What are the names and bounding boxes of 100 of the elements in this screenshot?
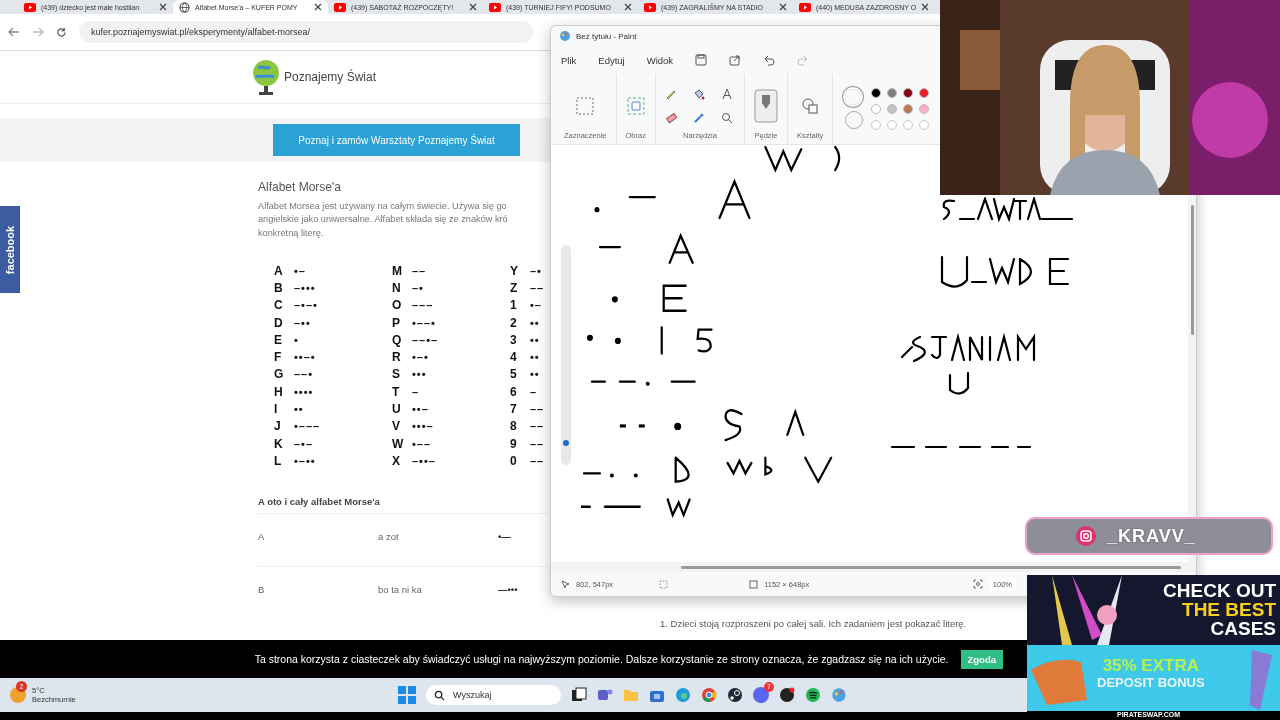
- morse-code: ––: [530, 437, 545, 450]
- address-field[interactable]: kufer.poznajemyswiat.pl/eksperymenty/alfabet-morsea/: [79, 21, 533, 43]
- chart-letter: 6: [510, 384, 518, 399]
- video-icon: [644, 2, 656, 12]
- close-icon[interactable]: [469, 3, 477, 11]
- globe-icon: [179, 1, 190, 13]
- scrollbar-thumb[interactable]: [681, 565, 1181, 569]
- article-heading: Alfabet Morse'a: [258, 180, 342, 194]
- scrollbar-thumb[interactable]: [1190, 205, 1194, 335]
- chart-letter: F: [274, 350, 283, 365]
- table-cell-text: B: [258, 584, 266, 596]
- cursor-icon: [561, 579, 570, 589]
- close-icon[interactable]: [921, 3, 930, 11]
- menu-item[interactable]: Edytuj: [598, 54, 625, 66]
- site-logo-text[interactable]: Poznajemy Świat: [284, 70, 377, 84]
- morse-code: •: [294, 333, 299, 346]
- canvas-size-icon: [749, 579, 759, 589]
- color-picker-icon[interactable]: [692, 111, 705, 124]
- spotify-icon[interactable]: [805, 687, 821, 703]
- magnifier-icon[interactable]: [720, 111, 733, 124]
- table-cell-text: a zot: [378, 531, 400, 543]
- steam-icon[interactable]: [727, 687, 743, 703]
- morse-code: ––: [530, 403, 545, 416]
- menu-item[interactable]: Plik: [561, 54, 577, 66]
- morse-code: •––•: [412, 316, 436, 329]
- color-swatch[interactable]: [887, 104, 898, 114]
- primary-color-swatch[interactable]: [845, 89, 862, 105]
- share-icon[interactable]: [729, 54, 742, 66]
- chart-letter: 0: [510, 453, 518, 468]
- menu-item[interactable]: Widok: [646, 54, 674, 66]
- morse-code: –•••: [294, 281, 316, 294]
- chart-letter: W: [392, 436, 402, 451]
- chart-letter: S: [392, 367, 401, 382]
- chart-letter: R: [392, 350, 402, 365]
- back-icon[interactable]: [8, 27, 20, 37]
- table-cell-text: A: [258, 531, 266, 543]
- chart-letter: D: [274, 315, 284, 330]
- color-swatch[interactable]: [871, 104, 882, 114]
- color-swatch[interactable]: [903, 104, 914, 114]
- empty-swatch[interactable]: [903, 120, 914, 130]
- empty-swatch[interactable]: [871, 120, 882, 130]
- chart-letter: P: [392, 315, 401, 330]
- teams-icon[interactable]: [597, 687, 613, 703]
- search-field[interactable]: Wyszukaj: [426, 685, 561, 705]
- size-slider[interactable]: [561, 245, 571, 465]
- close-icon[interactable]: [159, 3, 167, 11]
- morse-code: •••: [412, 368, 427, 381]
- instagram-icon: [1075, 525, 1097, 547]
- empty-swatch[interactable]: [887, 120, 898, 130]
- edge-icon[interactable]: [675, 687, 691, 703]
- selection-icon[interactable]: [575, 95, 596, 116]
- morse-code: •––: [412, 437, 432, 450]
- slider-thumb[interactable]: [563, 440, 569, 446]
- color-swatch[interactable]: [903, 88, 914, 98]
- morse-code: •–••: [294, 454, 316, 467]
- ad-headline: CASES: [1210, 619, 1276, 638]
- reload-icon[interactable]: [56, 26, 67, 38]
- morse-code: ••–: [412, 403, 429, 416]
- task-view-icon[interactable]: [571, 687, 587, 703]
- chart-letter: H: [274, 384, 284, 399]
- morse-code: –••–: [412, 454, 436, 467]
- video-icon: [334, 2, 346, 12]
- color-swatch[interactable]: [887, 88, 898, 98]
- ad-offer: DEPOSIT BONUS: [1097, 675, 1205, 690]
- morse-code: –•: [530, 264, 542, 277]
- shapes-icon[interactable]: [801, 96, 820, 115]
- chart-letter: 2: [510, 315, 518, 330]
- brush-icon[interactable]: [753, 88, 778, 123]
- table-cell-text: bo ta ni ka: [378, 584, 423, 596]
- close-icon[interactable]: [314, 3, 322, 11]
- paint-app-icon[interactable]: [831, 687, 847, 703]
- chrome-icon[interactable]: [701, 687, 717, 703]
- media-player-icon[interactable]: [779, 687, 795, 703]
- chat-app-icon[interactable]: [753, 687, 769, 703]
- chart-letter: C: [274, 298, 284, 313]
- chart-letter: T: [392, 384, 401, 399]
- morse-code: ••: [530, 368, 540, 381]
- table-cell: •—: [498, 531, 511, 543]
- facebook-side-tab[interactable]: facebook: [0, 206, 20, 293]
- color-swatch[interactable]: [871, 88, 882, 98]
- morse-code: –: [412, 385, 420, 398]
- list-item: 1. Dzieci stoją rozproszeni po całej sali. Ich zadaniem jest pokazać literę.: [660, 618, 967, 629]
- empty-swatch[interactable]: [919, 120, 930, 130]
- morse-code: ––: [530, 420, 545, 433]
- start-icon[interactable]: [398, 686, 416, 704]
- morse-code: ••–•: [294, 351, 316, 364]
- fit-icon[interactable]: [972, 579, 983, 589]
- undo-icon[interactable]: [763, 54, 776, 66]
- color-swatch[interactable]: [919, 104, 930, 114]
- search-icon: [434, 689, 445, 701]
- morse-code: •••–: [412, 420, 434, 433]
- chart-letter: Z: [510, 280, 519, 295]
- color-swatch[interactable]: [919, 88, 930, 98]
- morse-code: –••: [294, 316, 311, 329]
- close-icon[interactable]: [779, 3, 787, 11]
- morse-code: –––: [412, 299, 434, 312]
- save-icon[interactable]: [695, 54, 708, 66]
- text-icon[interactable]: [720, 87, 733, 100]
- fill-bucket-icon[interactable]: [692, 87, 705, 100]
- close-icon[interactable]: [624, 3, 632, 11]
